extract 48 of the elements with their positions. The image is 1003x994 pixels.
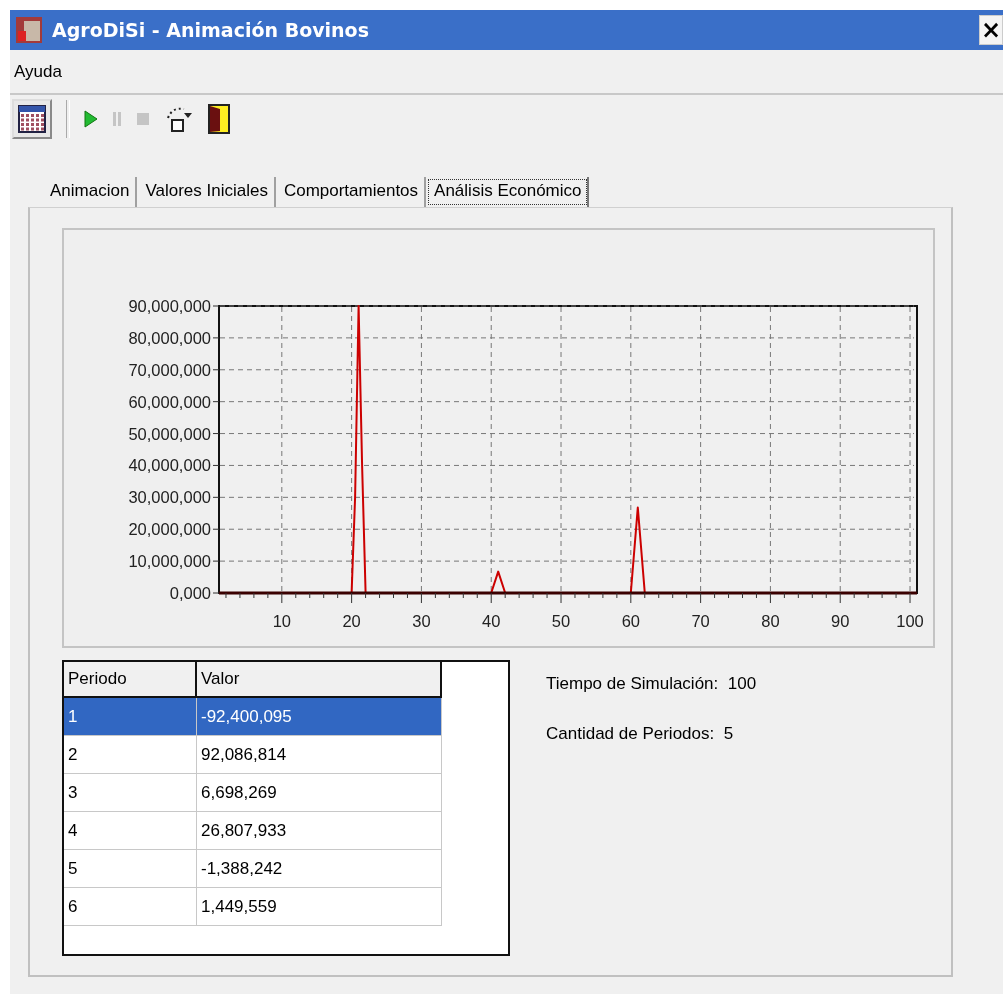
table-cell: 5 (64, 850, 197, 888)
y-tick-label: 0,000 (169, 584, 211, 602)
y-tick-label: 80,000,000 (128, 328, 211, 347)
tab[interactable]: Comportamientos (275, 177, 427, 207)
x-tick-label: 50 (551, 612, 571, 630)
y-tick-label: 70,000,000 (128, 360, 211, 379)
table-cell: 26,807,933 (197, 812, 442, 850)
column-header[interactable]: Periodo (64, 662, 197, 698)
table-cell: -92,400,095 (197, 698, 442, 736)
calendar-icon (18, 105, 46, 133)
x-tick-label: 40 (482, 612, 501, 630)
y-tick-label: 10,000,000 (128, 552, 211, 571)
x-tick-label: 70 (691, 612, 710, 630)
table-cell: 92,086,814 (197, 736, 442, 774)
table-cell: 1,449,559 (197, 888, 442, 926)
table-cell: 1 (64, 698, 197, 736)
tab[interactable]: Animacion (42, 177, 138, 207)
y-tick-label: 90,000,000 (128, 297, 211, 315)
x-tick-label: 30 (412, 612, 431, 630)
table-cell: 4 (64, 812, 197, 850)
x-tick-label: 60 (621, 612, 640, 630)
y-tick-label: 50,000,000 (128, 424, 211, 443)
tab[interactable]: Análisis Económico (426, 177, 590, 207)
calendar-button[interactable] (12, 99, 52, 139)
x-tick-label: 80 (761, 612, 780, 630)
y-tick-label: 30,000,000 (128, 488, 211, 507)
column-header[interactable]: Valor (197, 662, 442, 698)
table-cell: 3 (64, 774, 197, 812)
table-cell: 6 (64, 888, 197, 926)
y-tick-label: 20,000,000 (128, 520, 211, 539)
window-title: AgroDiSi - Animación Bovinos (52, 19, 370, 41)
y-tick-label: 60,000,000 (128, 392, 211, 411)
tab[interactable]: Valores Iniciales (137, 177, 276, 207)
table-cell: 2 (64, 736, 197, 774)
app-logo-icon (16, 17, 42, 43)
play-button[interactable] (84, 110, 98, 128)
info-text: Tiempo de Simulación: 100 (546, 674, 757, 694)
x-tick-label: 100 (896, 612, 924, 630)
y-tick-label: 40,000,000 (128, 456, 211, 475)
table-cell: 6,698,269 (197, 774, 442, 812)
table-cell: -1,388,242 (197, 850, 442, 888)
menu-item[interactable]: Ayuda (12, 61, 64, 82)
x-tick-label: 90 (831, 612, 850, 630)
close-button[interactable]: × (979, 15, 1003, 45)
info-text: Cantidad de Periodos: 5 (546, 724, 735, 744)
exit-door-button[interactable] (208, 104, 230, 134)
x-tick-label: 20 (342, 612, 361, 630)
x-tick-label: 10 (272, 612, 291, 630)
